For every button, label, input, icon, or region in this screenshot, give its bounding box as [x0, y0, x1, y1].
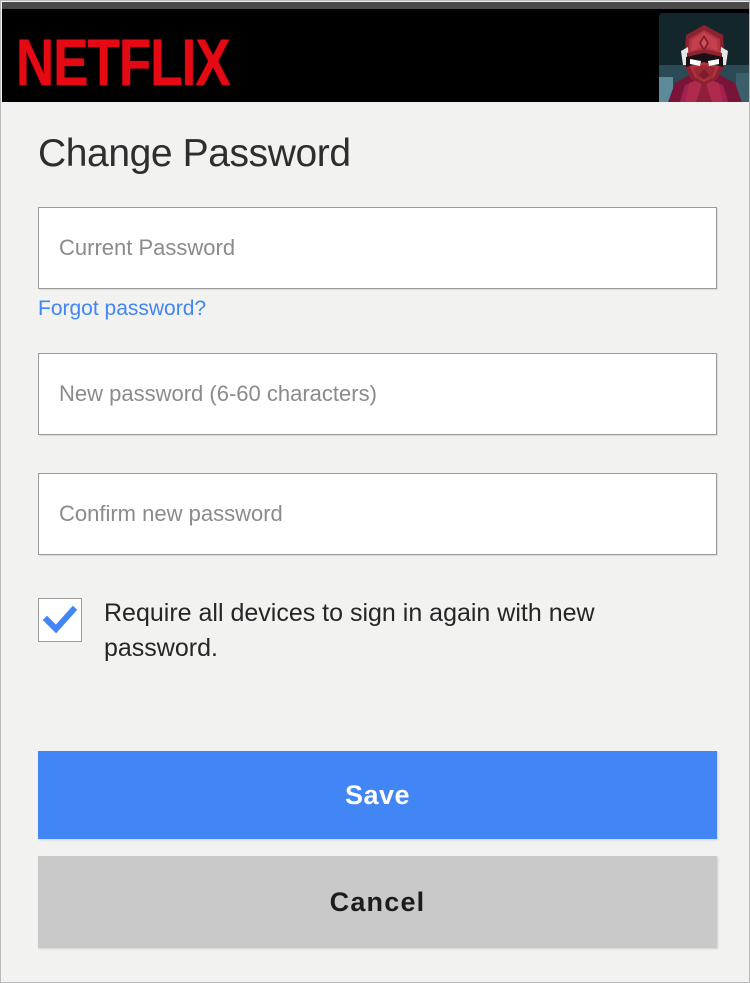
new-password-input[interactable]: [39, 354, 716, 434]
page-title: Change Password: [38, 132, 351, 175]
cancel-button[interactable]: Cancel: [38, 856, 717, 948]
app-frame: NETFLIX Change Password Forgot password?…: [0, 0, 750, 983]
avatar-image: [659, 13, 749, 102]
current-password-field[interactable]: [38, 207, 717, 289]
forgot-password-link[interactable]: Forgot password?: [38, 297, 206, 321]
new-password-field[interactable]: [38, 353, 717, 435]
netflix-logo[interactable]: NETFLIX: [16, 30, 231, 96]
avatar[interactable]: [659, 13, 749, 102]
checkmark-icon: [43, 605, 77, 634]
browser-chrome-strip: [2, 2, 749, 9]
confirm-password-field[interactable]: [38, 473, 717, 555]
require-signin-checkbox[interactable]: [38, 598, 82, 642]
site-header: NETFLIX: [2, 9, 749, 102]
save-button[interactable]: Save: [38, 751, 717, 839]
require-signin-row[interactable]: Require all devices to sign in again wit…: [38, 596, 718, 666]
page-content: Change Password Forgot password? Require…: [2, 102, 749, 982]
require-signin-label: Require all devices to sign in again wit…: [104, 599, 595, 662]
confirm-password-input[interactable]: [39, 474, 716, 554]
current-password-input[interactable]: [39, 208, 716, 288]
